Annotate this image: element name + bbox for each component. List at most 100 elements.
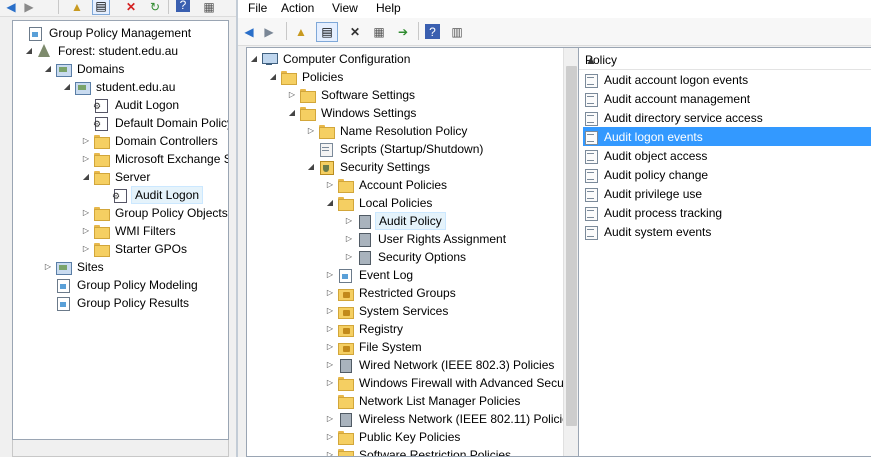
list-item[interactable]: Audit account management: [583, 89, 871, 108]
menu-action[interactable]: Action: [279, 0, 316, 18]
show-action-pane-icon[interactable]: ▥: [448, 23, 466, 41]
back-arrow-icon[interactable]: ◀: [2, 0, 20, 16]
help-icon[interactable]: ?: [176, 0, 190, 12]
tree-node-ou[interactable]: ◢ Server: [81, 168, 153, 186]
up-folder-icon[interactable]: ▲: [292, 23, 310, 41]
tree-node-event-log[interactable]: ▷ Event Log: [325, 266, 416, 284]
tree-node-file-system[interactable]: ▷ File System: [325, 338, 425, 356]
tree-node-gpo-link[interactable]: Default Domain Policy: [81, 114, 228, 132]
tree-node-security-options[interactable]: ▷ Security Options: [344, 248, 469, 266]
tree-node-domain[interactable]: ◢ student.edu.au: [62, 78, 178, 96]
expand-arrow-icon[interactable]: ▷: [344, 248, 354, 266]
tree-node-wmi[interactable]: ▷ WMI Filters: [81, 222, 179, 240]
tree-node-audit-policy-selected[interactable]: ▷ Audit Policy: [344, 212, 446, 230]
collapse-arrow-icon[interactable]: ◢: [306, 158, 316, 176]
expand-arrow-icon[interactable]: ▷: [325, 428, 335, 446]
menu-view[interactable]: View: [330, 0, 360, 18]
tree-node-windows-firewall[interactable]: ▷ Windows Firewall with Advanced Secu: [325, 374, 567, 392]
tree-node-domains[interactable]: ◢ Domains: [43, 60, 127, 78]
tree-node-modeling[interactable]: Group Policy Modeling: [43, 276, 201, 294]
list-item[interactable]: Audit privilege use: [583, 184, 871, 203]
list-item[interactable]: Audit process tracking: [583, 203, 871, 222]
expand-arrow-icon[interactable]: ▷: [81, 222, 91, 240]
expand-arrow-icon[interactable]: ▷: [325, 320, 335, 338]
show-hide-tree-icon[interactable]: ▤: [92, 0, 110, 15]
collapse-arrow-icon[interactable]: ◢: [81, 168, 91, 186]
tree-node-windows-settings[interactable]: ◢ Windows Settings: [287, 104, 419, 122]
expand-arrow-icon[interactable]: ▷: [325, 284, 335, 302]
up-folder-icon[interactable]: ▲: [68, 0, 86, 16]
tree-node-scripts[interactable]: Scripts (Startup/Shutdown): [306, 140, 486, 158]
expand-arrow-icon[interactable]: ▷: [81, 150, 91, 168]
forward-arrow-icon[interactable]: ▶: [20, 0, 38, 16]
tree-node-ou[interactable]: ▷ Domain Controllers: [81, 132, 221, 150]
tree-node-user-rights[interactable]: ▷ User Rights Assignment: [344, 230, 509, 248]
collapse-arrow-icon[interactable]: ◢: [62, 78, 72, 96]
tree-node-sites[interactable]: ▷ Sites: [43, 258, 107, 276]
tree-node-results[interactable]: Group Policy Results: [43, 294, 192, 312]
tree-node-software-restriction[interactable]: ▷ Software Restriction Policies: [325, 446, 514, 456]
scrollbar-thumb[interactable]: [566, 66, 577, 426]
expand-arrow-icon[interactable]: ▷: [325, 302, 335, 320]
tree-node-gpo-link-selected[interactable]: Audit Logon: [100, 186, 204, 204]
export-list-icon[interactable]: ➔: [394, 23, 412, 41]
tree-node-network-list-manager[interactable]: Network List Manager Policies: [325, 392, 523, 410]
tree-node-wired-network[interactable]: ▷ Wired Network (IEEE 802.3) Policies: [325, 356, 557, 374]
expand-arrow-icon[interactable]: ▷: [325, 266, 335, 284]
tree-node-policies[interactable]: ◢ Policies: [268, 68, 346, 86]
expand-arrow-icon[interactable]: ▷: [325, 176, 335, 194]
expand-arrow-icon[interactable]: ▷: [344, 230, 354, 248]
list-item[interactable]: Audit policy change: [583, 165, 871, 184]
refresh-icon[interactable]: ↻: [146, 0, 164, 16]
column-header-policy[interactable]: Policy ▲: [579, 48, 871, 70]
tree-node-gpo-link[interactable]: Audit Logon: [81, 96, 182, 114]
expand-arrow-icon[interactable]: ▷: [43, 258, 53, 276]
collapse-arrow-icon[interactable]: ◢: [325, 194, 335, 212]
collapse-arrow-icon[interactable]: ◢: [249, 50, 259, 68]
delete-icon[interactable]: ✕: [346, 23, 364, 41]
tree-node-gpo-folder[interactable]: ▷ Group Policy Objects: [81, 204, 228, 222]
tree-node-forest[interactable]: ◢ Forest: student.edu.au: [24, 42, 181, 60]
tree-node-wireless-network[interactable]: ▷ Wireless Network (IEEE 802.11) Policie: [325, 410, 572, 428]
tree-node-account-policies[interactable]: ▷ Account Policies: [325, 176, 450, 194]
properties-icon[interactable]: ▦: [200, 0, 218, 16]
expand-arrow-icon[interactable]: ▷: [325, 446, 335, 456]
forward-arrow-icon[interactable]: ▶: [260, 23, 278, 41]
collapse-arrow-icon[interactable]: ◢: [24, 42, 34, 60]
tree-node-security-settings[interactable]: ◢ Security Settings: [306, 158, 433, 176]
expand-arrow-icon[interactable]: ▷: [325, 338, 335, 356]
delete-icon[interactable]: ✕: [122, 0, 140, 16]
collapse-arrow-icon[interactable]: ◢: [43, 60, 53, 78]
collapse-arrow-icon[interactable]: ◢: [268, 68, 278, 86]
show-hide-tree-icon[interactable]: ▤: [316, 22, 338, 42]
expand-arrow-icon[interactable]: ▷: [325, 410, 335, 428]
tree-node-name-resolution[interactable]: ▷ Name Resolution Policy: [306, 122, 470, 140]
menu-file[interactable]: File: [246, 0, 269, 18]
expand-arrow-icon[interactable]: ▷: [81, 132, 91, 150]
gpm-horizontal-scrollbar[interactable]: [12, 440, 229, 457]
expand-arrow-icon[interactable]: ▷: [287, 86, 297, 104]
expand-arrow-icon[interactable]: ▷: [344, 212, 354, 230]
tree-node-public-key[interactable]: ▷ Public Key Policies: [325, 428, 463, 446]
list-item[interactable]: Audit account logon events: [583, 70, 871, 89]
expand-arrow-icon[interactable]: ▷: [306, 122, 316, 140]
expand-arrow-icon[interactable]: ▷: [325, 374, 335, 392]
tree-node-registry[interactable]: ▷ Registry: [325, 320, 406, 338]
list-item[interactable]: Audit directory service access: [583, 108, 871, 127]
help-icon[interactable]: ?: [425, 24, 440, 39]
menu-help[interactable]: Help: [374, 0, 403, 18]
list-item[interactable]: Audit system events: [583, 222, 871, 241]
collapse-arrow-icon[interactable]: ◢: [287, 104, 297, 122]
tree-node-software-settings[interactable]: ▷ Software Settings: [287, 86, 418, 104]
tree-node-system-services[interactable]: ▷ System Services: [325, 302, 451, 320]
tree-vertical-scrollbar[interactable]: [563, 48, 579, 456]
tree-node-restricted-groups[interactable]: ▷ Restricted Groups: [325, 284, 459, 302]
tree-node-local-policies[interactable]: ◢ Local Policies: [325, 194, 435, 212]
tree-node-computer-configuration[interactable]: ◢ Computer Configuration: [249, 50, 413, 68]
expand-arrow-icon[interactable]: ▷: [81, 204, 91, 222]
expand-arrow-icon[interactable]: ▷: [81, 240, 91, 258]
list-item[interactable]: Audit object access: [583, 146, 871, 165]
properties-icon[interactable]: ▦: [370, 23, 388, 41]
back-arrow-icon[interactable]: ◀: [240, 23, 258, 41]
tree-node-starter[interactable]: ▷ Starter GPOs: [81, 240, 190, 258]
